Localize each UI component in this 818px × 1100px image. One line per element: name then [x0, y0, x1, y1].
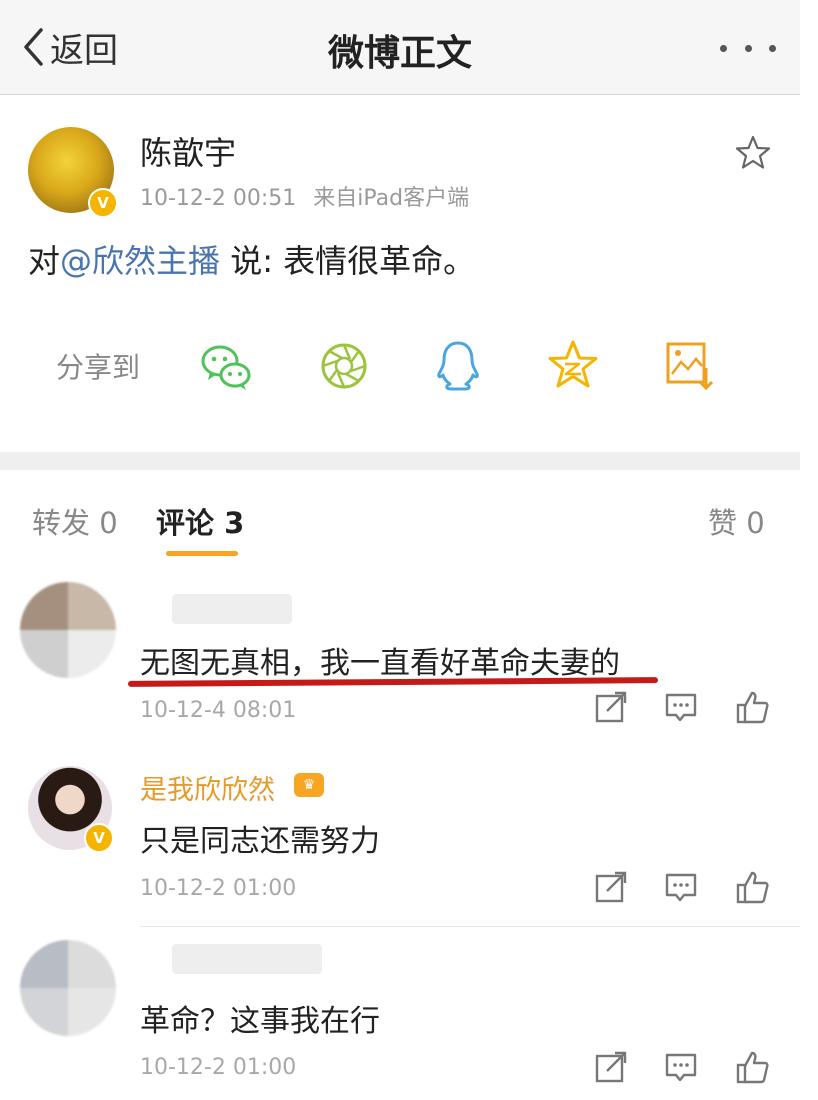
- forward-icon[interactable]: [594, 870, 628, 904]
- comment-text: 只是同志还需努力: [140, 824, 380, 859]
- tab-repost[interactable]: 转发 0: [32, 500, 118, 542]
- share-label: 分享到: [56, 351, 141, 384]
- commenter-name-blurred: [172, 594, 292, 624]
- forward-icon[interactable]: [594, 1050, 628, 1084]
- thumbs-up-icon[interactable]: [736, 1050, 770, 1084]
- verified-badge: V: [88, 188, 118, 218]
- more-options-button[interactable]: [720, 36, 776, 60]
- page-title: 微博正文: [327, 33, 472, 74]
- post-text-suffix: 说: 表情很革命。: [220, 242, 476, 280]
- wechat-icon[interactable]: [198, 338, 254, 394]
- thumbs-up-icon[interactable]: [736, 690, 770, 724]
- comment-time: 10-12-2 01:00: [140, 876, 297, 901]
- page-edge: [800, 0, 818, 1100]
- reply-icon[interactable]: [664, 690, 698, 724]
- active-tab-indicator: [166, 551, 238, 556]
- comment-time: 10-12-2 01:00: [140, 1055, 297, 1080]
- reply-icon[interactable]: [664, 1050, 698, 1084]
- dot-icon: [744, 44, 752, 52]
- comment-separator: [140, 926, 800, 927]
- commenter-avatar[interactable]: [20, 582, 116, 678]
- member-crown-icon: ♛: [294, 773, 324, 797]
- thumbs-up-icon[interactable]: [736, 870, 770, 904]
- qzone-icon[interactable]: [545, 338, 601, 394]
- comment-text: 革命？这事我在行: [140, 1004, 380, 1039]
- comment-time: 10-12-4 08:01: [140, 698, 297, 723]
- mention-link[interactable]: @欣然主播: [60, 242, 220, 280]
- dot-icon: [720, 44, 727, 52]
- dot-icon: [769, 44, 776, 52]
- commenter-name[interactable]: 是我欣欣然: [140, 768, 275, 807]
- save-image-icon[interactable]: [662, 338, 718, 394]
- qq-icon[interactable]: [430, 338, 486, 394]
- post-source: 来自iPad客户端: [313, 186, 470, 211]
- post-text: 对@欣然主播 说: 表情很革命。: [28, 236, 475, 282]
- nav-bar: 返回 微博正文: [0, 0, 800, 95]
- reply-icon[interactable]: [664, 870, 698, 904]
- comment-text: 无图无真相，我一直看好革命夫妻的: [140, 646, 620, 681]
- post-time: 10-12-2 00:51: [140, 186, 297, 211]
- commenter-avatar[interactable]: [20, 940, 116, 1036]
- commenter-name-blurred: [172, 944, 322, 974]
- section-divider: [0, 452, 800, 470]
- tab-likes[interactable]: 赞 0: [708, 500, 765, 542]
- favorite-star-icon[interactable]: [734, 134, 772, 172]
- post-text-prefix: 对: [28, 242, 61, 280]
- moments-icon[interactable]: [316, 338, 372, 394]
- forward-icon[interactable]: [594, 690, 628, 724]
- tab-comments[interactable]: 评论 3: [156, 500, 244, 542]
- post-meta: 10-12-2 00:51 来自iPad客户端: [140, 180, 469, 212]
- author-name[interactable]: 陈歆宇: [140, 128, 236, 174]
- verified-badge: V: [84, 823, 114, 853]
